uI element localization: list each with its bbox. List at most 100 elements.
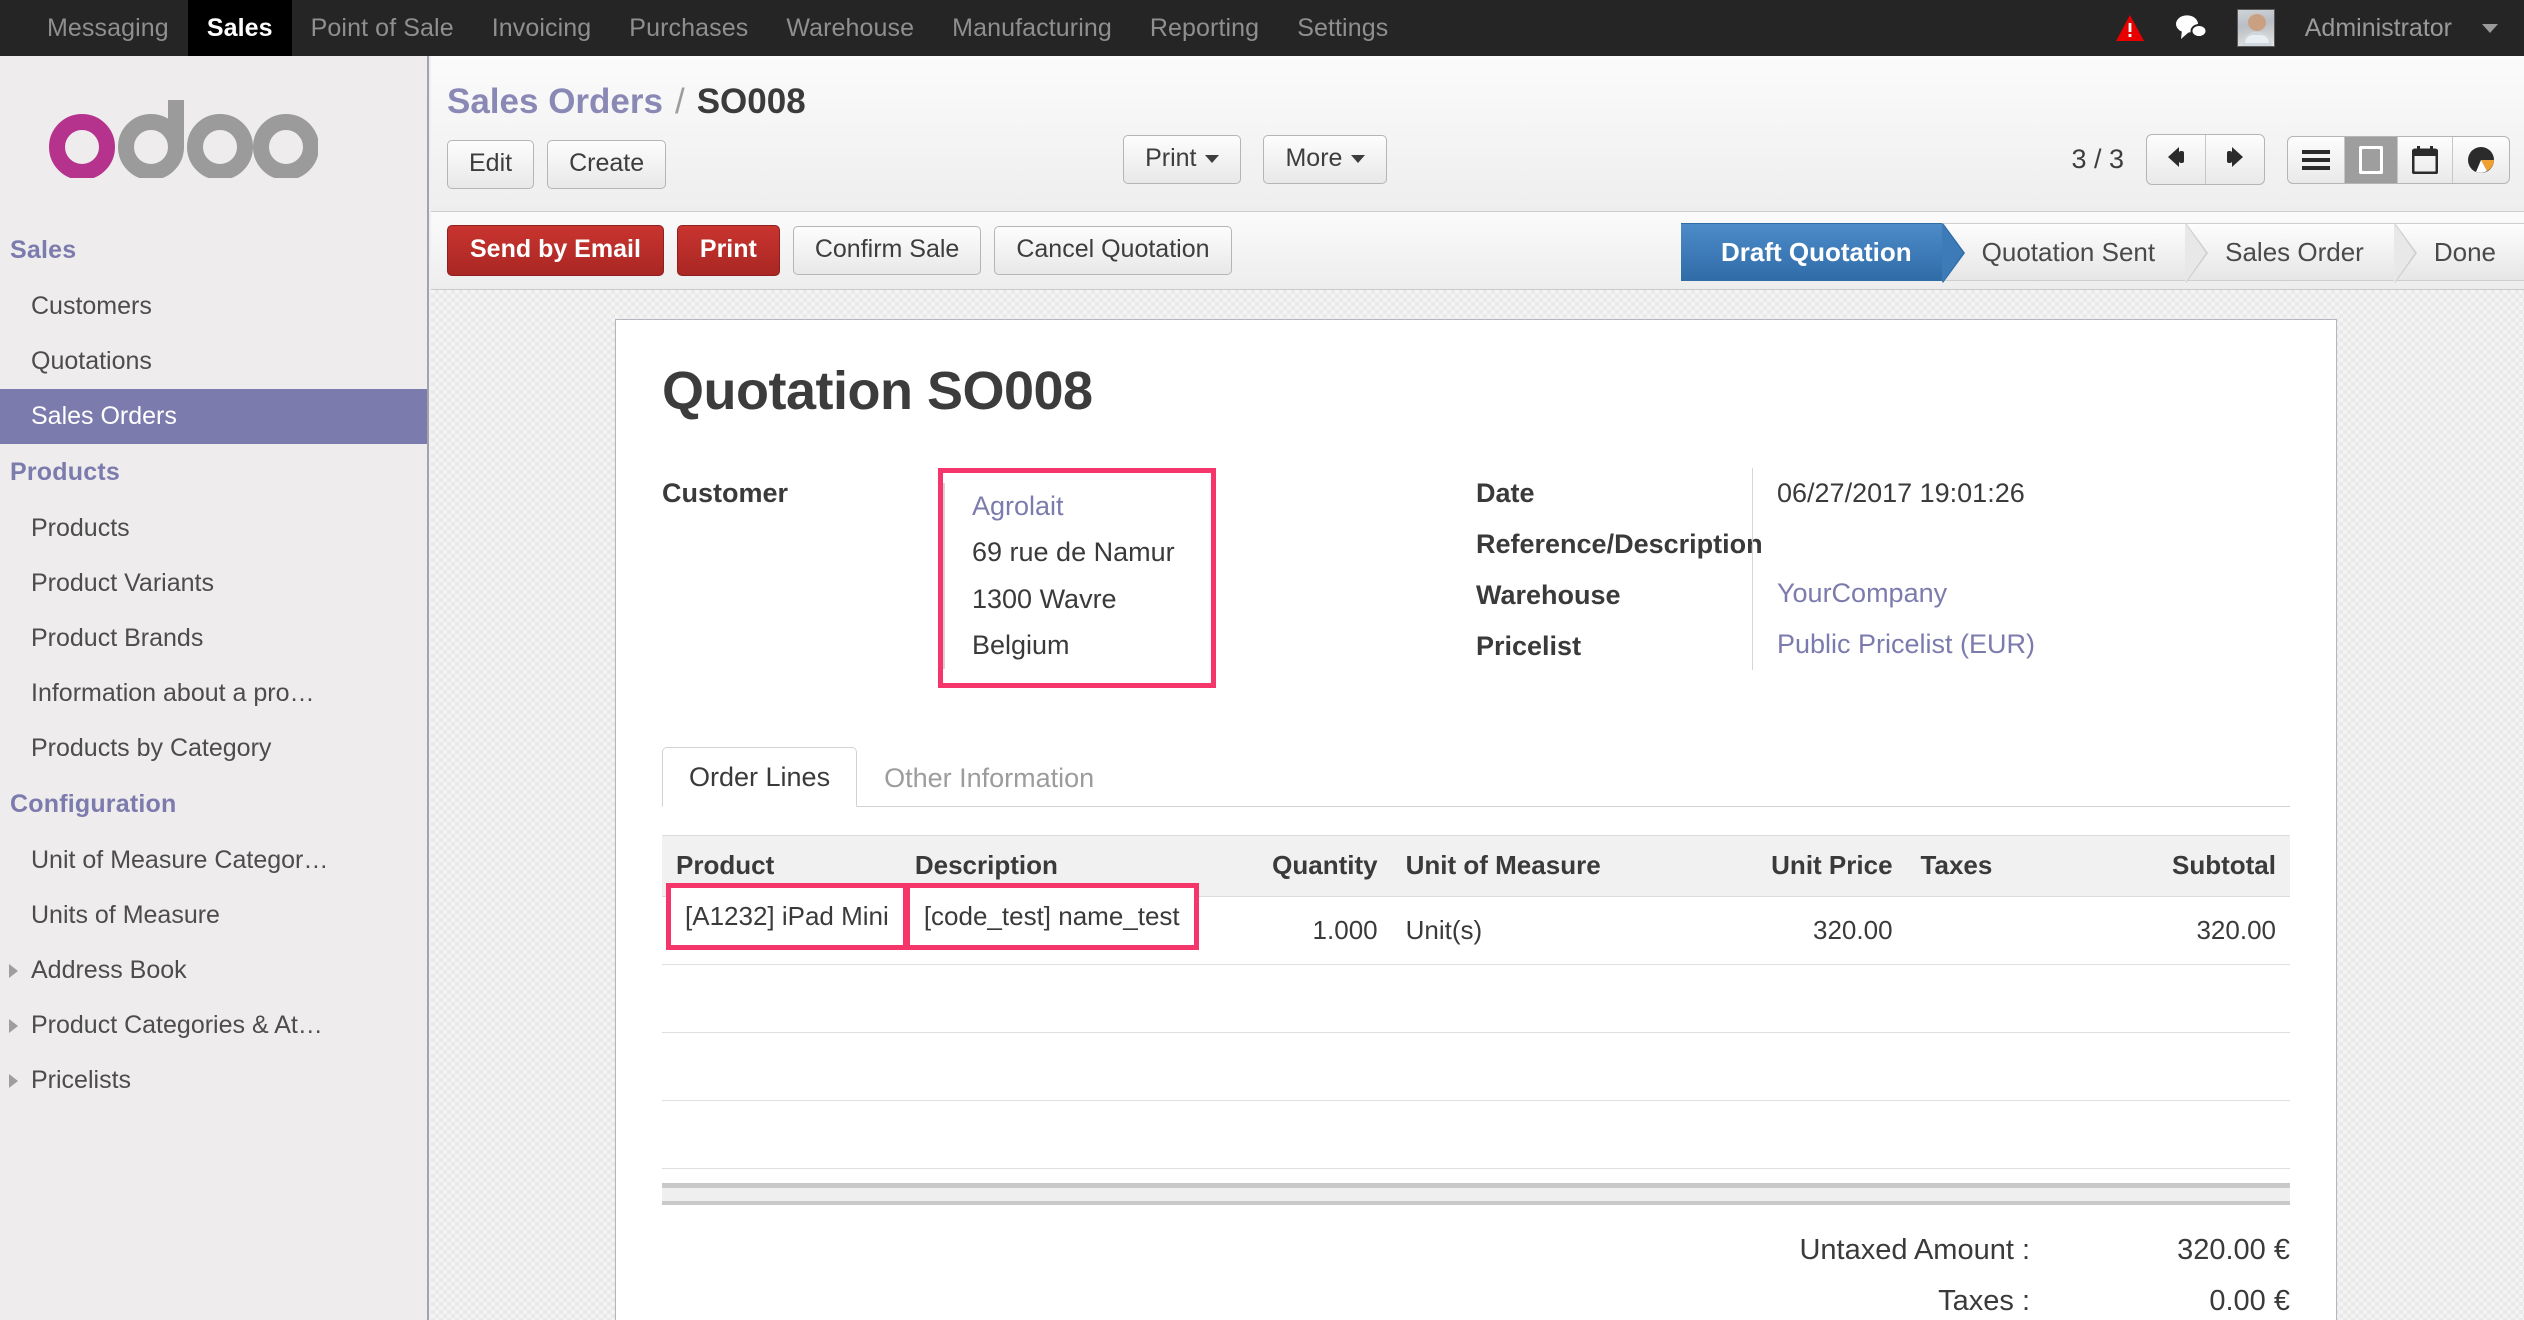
field-label-warehouse: Warehouse bbox=[1476, 579, 1621, 610]
list-view-icon[interactable] bbox=[2288, 137, 2344, 183]
nav-item-point-of-sale[interactable]: Point of Sale bbox=[292, 0, 473, 56]
sidebar-item-sales-orders[interactable]: Sales Orders bbox=[0, 389, 427, 444]
sidebar-item-product-categories-at[interactable]: Product Categories & At… bbox=[0, 998, 427, 1053]
cell-description[interactable]: [code_test] name_test bbox=[900, 882, 1199, 965]
table-row[interactable]: [A1232] iPad Mini [code_test] name_test 1.… bbox=[662, 882, 2290, 965]
tab-order-lines[interactable]: Order Lines bbox=[662, 746, 858, 807]
form-view-icon[interactable] bbox=[2344, 136, 2397, 183]
status-action-bar: Send by Email Print Confirm Sale Cancel Quo… bbox=[431, 212, 2524, 290]
odoo-logo[interactable] bbox=[0, 56, 427, 222]
sidebar-item-products-by-category[interactable]: Products by Category bbox=[0, 721, 427, 776]
table-row-empty[interactable] bbox=[662, 1100, 2290, 1169]
column-header-unit-price: Unit Price bbox=[1687, 834, 1907, 897]
nav-item-purchases[interactable]: Purchases bbox=[610, 0, 767, 56]
print-button[interactable]: Print bbox=[676, 225, 780, 276]
sidebar-item-quotations[interactable]: Quotations bbox=[0, 334, 427, 389]
create-button[interactable]: Create bbox=[547, 140, 667, 189]
cell-empty bbox=[662, 964, 901, 1033]
sidebar-item-label: Products by Category bbox=[31, 734, 272, 762]
breadcrumb: Sales Orders / SO008 bbox=[447, 56, 2524, 126]
field-label-reference-description: Reference/Description bbox=[1476, 528, 1763, 559]
cell-product[interactable]: [A1232] iPad Mini bbox=[662, 882, 908, 965]
nav-item-warehouse[interactable]: Warehouse bbox=[767, 0, 933, 56]
user-name-label: Administrator bbox=[2304, 13, 2452, 42]
sidebar-item-product-brands[interactable]: Product Brands bbox=[0, 611, 427, 666]
nav-item-messaging[interactable]: Messaging bbox=[28, 0, 188, 56]
cell-empty bbox=[1391, 964, 1688, 1033]
sidebar-item-unit-of-measure-categor[interactable]: Unit of Measure Categor… bbox=[0, 833, 427, 888]
customer-address-block: Agrolait 69 rue de Namur 1300 Wavre Belg… bbox=[943, 483, 1175, 669]
more-dropdown-label: More bbox=[1285, 144, 1343, 172]
avatar[interactable] bbox=[2236, 9, 2275, 47]
total-row: Taxes : 0.00 € bbox=[1799, 1276, 2290, 1320]
chevron-right-icon bbox=[9, 1073, 18, 1088]
field-value-warehouse[interactable]: YourCompany bbox=[1777, 568, 2290, 619]
chevron-down-icon[interactable] bbox=[2482, 23, 2498, 33]
warning-icon[interactable] bbox=[2115, 14, 2145, 42]
print-dropdown-button[interactable]: Print bbox=[1123, 135, 1242, 184]
sidebar-item-label: Unit of Measure Categor… bbox=[31, 846, 329, 874]
sidebar-item-pricelists[interactable]: Pricelists bbox=[0, 1053, 427, 1108]
edit-button[interactable]: Edit bbox=[447, 140, 535, 189]
nav-item-sales[interactable]: Sales bbox=[187, 0, 292, 56]
breadcrumb-root-link[interactable]: Sales Orders bbox=[447, 82, 663, 122]
stage-quotation-sent[interactable]: Quotation Sent bbox=[1941, 223, 2209, 283]
top-nav-right: Administrator bbox=[2115, 0, 2524, 56]
confirm-sale-button[interactable]: Confirm Sale bbox=[792, 226, 982, 275]
send-by-email-button[interactable]: Send by Email bbox=[447, 225, 664, 276]
tab-other-information[interactable]: Other Information bbox=[857, 748, 1121, 807]
total-label: Untaxed Amount : bbox=[1799, 1233, 2030, 1266]
cell-description-highlight: [code_test] name_test bbox=[904, 882, 1199, 950]
calendar-view-icon[interactable] bbox=[2397, 136, 2452, 183]
totals-table: Untaxed Amount :320.00 €Taxes :0.00 €Tot… bbox=[1799, 1225, 2290, 1320]
cell-empty bbox=[1906, 1100, 2071, 1169]
sidebar-item-units-of-measure[interactable]: Units of Measure bbox=[0, 888, 427, 943]
order-lines-horizontal-scrollbar[interactable] bbox=[662, 1182, 2290, 1205]
more-dropdown-button[interactable]: More bbox=[1263, 135, 1388, 184]
chat-icon[interactable] bbox=[2175, 13, 2207, 43]
form-right-column: Date Reference/Description Warehouse Pricel… bbox=[1476, 468, 2290, 688]
cell-unit-of-measure[interactable]: Unit(s) bbox=[1391, 896, 1688, 965]
stage-sales-order[interactable]: Sales Order bbox=[2185, 223, 2417, 283]
sidebar-item-address-book[interactable]: Address Book bbox=[0, 943, 427, 998]
cell-taxes[interactable] bbox=[1906, 896, 2071, 965]
cell-empty bbox=[662, 1032, 901, 1101]
nav-item-reporting[interactable]: Reporting bbox=[1131, 0, 1278, 56]
table-row-empty[interactable] bbox=[662, 964, 2290, 1033]
cell-empty bbox=[1391, 1032, 1688, 1101]
sidebar-item-product-variants[interactable]: Product Variants bbox=[0, 556, 427, 611]
table-row-empty[interactable] bbox=[662, 1032, 2290, 1101]
sidebar-item-label: Address Book bbox=[31, 956, 187, 984]
form-left-column: Customer Agrolait 69 rue de Namur 1300 W… bbox=[662, 468, 1476, 688]
total-value: 320.00 € bbox=[2177, 1233, 2290, 1266]
sidebar-item-customers[interactable]: Customers bbox=[0, 279, 427, 334]
cancel-quotation-button[interactable]: Cancel Quotation bbox=[994, 226, 1232, 275]
cell-empty bbox=[1196, 1032, 1392, 1101]
breadcrumb-separator: / bbox=[674, 82, 685, 121]
previous-record-icon[interactable] bbox=[2147, 135, 2205, 184]
nav-item-settings[interactable]: Settings bbox=[1278, 0, 1407, 56]
cell-unit-price[interactable]: 320.00 bbox=[1687, 896, 1907, 965]
nav-item-invoicing[interactable]: Invoicing bbox=[473, 0, 611, 56]
customer-label: Customer bbox=[662, 478, 789, 508]
cell-subtotal[interactable]: 320.00 bbox=[2070, 896, 2290, 965]
customer-country: Belgium bbox=[972, 630, 1070, 661]
graph-view-icon[interactable] bbox=[2452, 136, 2509, 183]
form-sheet: Quotation SO008 Customer Agrolait 69 rue… bbox=[615, 319, 2337, 1320]
sidebar-item-label: Product Variants bbox=[31, 569, 214, 597]
next-record-icon[interactable] bbox=[2205, 135, 2264, 184]
nav-item-manufacturing[interactable]: Manufacturing bbox=[933, 0, 1131, 56]
stage-draft-quotation[interactable]: Draft Quotation bbox=[1680, 223, 1965, 283]
sidebar-item-label: Quotations bbox=[31, 347, 152, 375]
field-value-pricelist[interactable]: Public Pricelist (EUR) bbox=[1777, 619, 2290, 670]
cell-quantity[interactable]: 1.000 bbox=[1196, 896, 1392, 965]
cell-empty bbox=[1906, 1032, 2071, 1101]
form-canvas: Quotation SO008 Customer Agrolait 69 rue… bbox=[431, 290, 2524, 1320]
customer-name-link[interactable]: Agrolait bbox=[972, 483, 1175, 529]
sidebar-item-label: Information about a pro… bbox=[31, 679, 315, 707]
sidebar-item-products[interactable]: Products bbox=[0, 501, 427, 556]
stage-label: Quotation Sent bbox=[1981, 236, 2156, 267]
right-values-column: 06/27/2017 19:01:26 YourCompany Public Pri… bbox=[1752, 468, 2290, 688]
field-value-date: 06/27/2017 19:01:26 bbox=[1777, 478, 2025, 508]
sidebar-item-information-about-a-pro[interactable]: Information about a pro… bbox=[0, 666, 427, 721]
